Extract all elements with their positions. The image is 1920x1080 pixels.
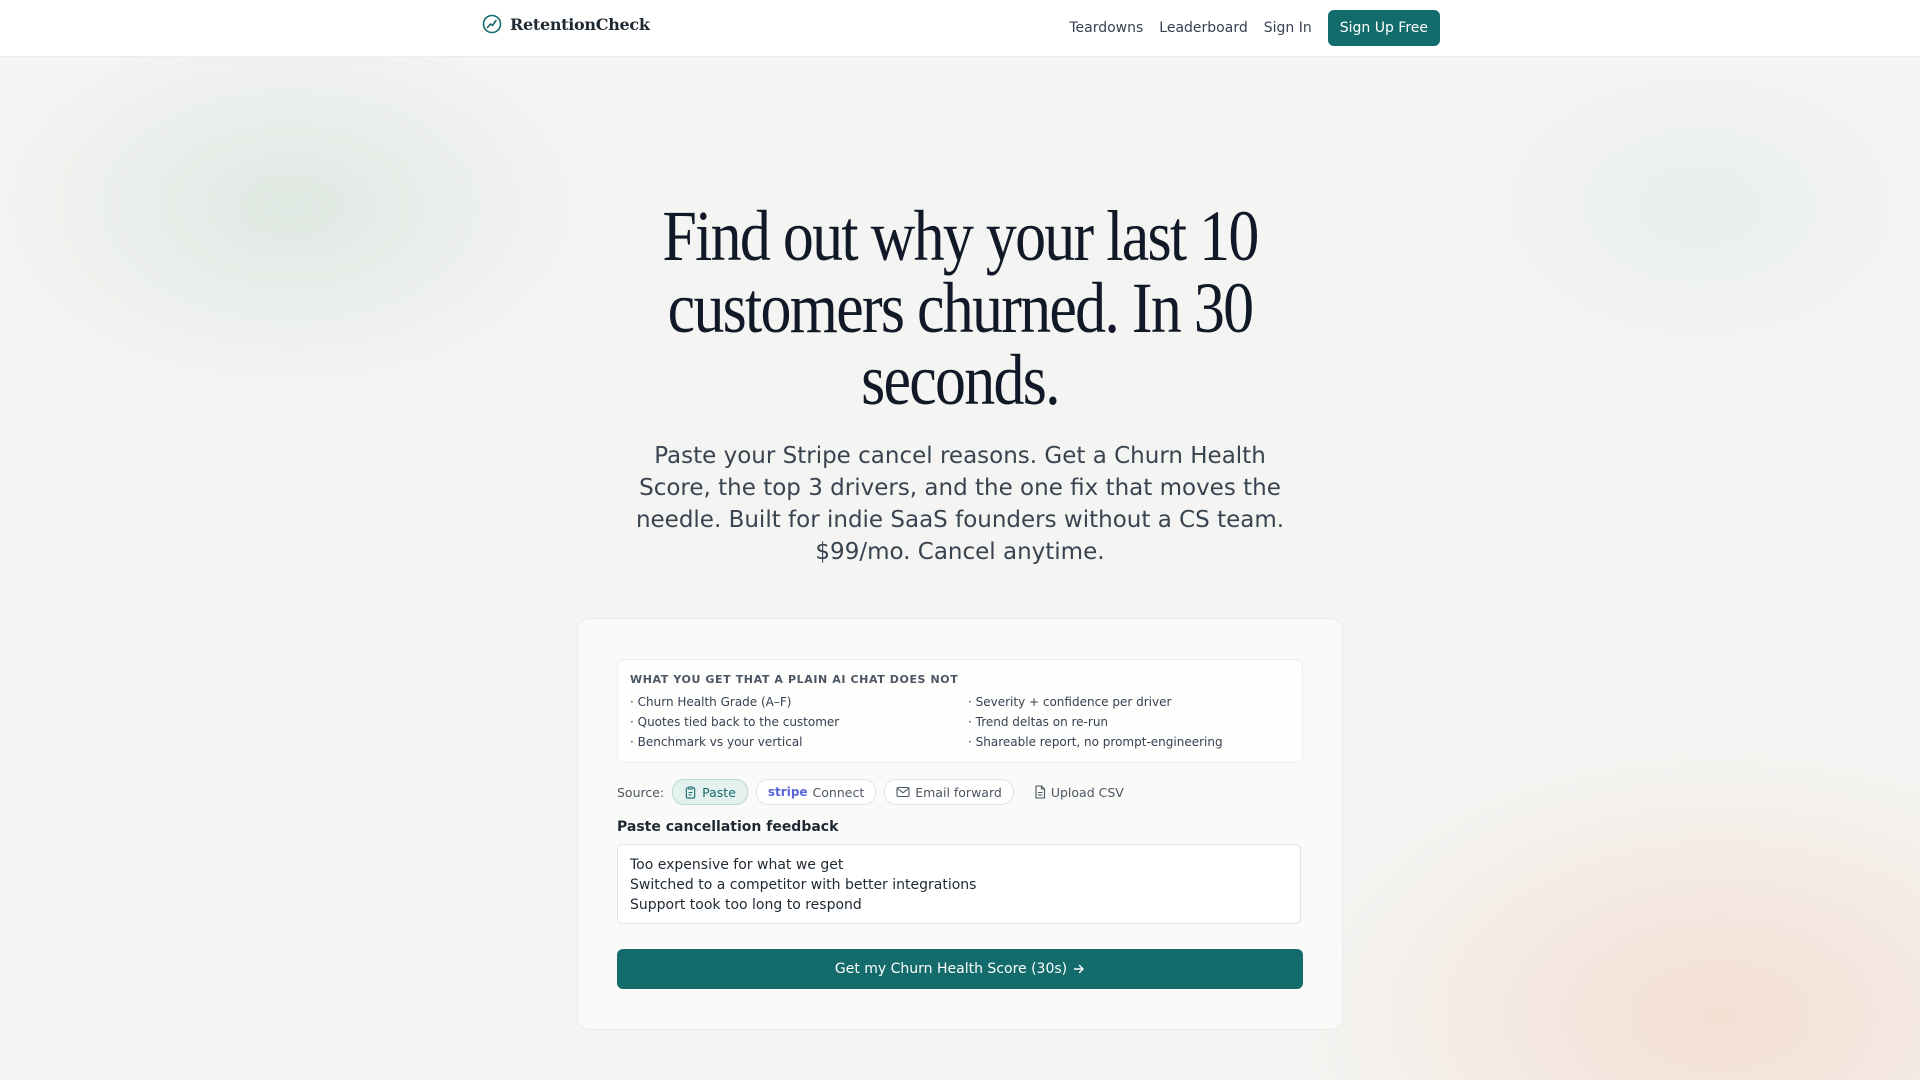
feature-item: · Quotes tied back to the customer	[630, 715, 840, 729]
feature-item: · Trend deltas on re-run	[968, 715, 1109, 729]
sign-up-button[interactable]: Sign Up Free	[1327, 10, 1440, 46]
logo-trend-icon	[482, 14, 502, 34]
get-score-label: Get my Churn Health Score (30s)	[834, 961, 1068, 977]
nav-teardowns[interactable]: Teardowns	[1069, 20, 1143, 36]
source-csv-chip[interactable]: Upload CSV	[1022, 779, 1136, 805]
get-score-button[interactable]: Get my Churn Health Score (30s)	[617, 949, 1303, 989]
stripe-logo: stripe	[767, 785, 808, 799]
source-email-label: Email forward	[915, 784, 1002, 800]
source-stripe-label: Connect	[812, 784, 865, 800]
analysis-card: WHAT YOU GET THAT A PLAIN AI CHAT DOES N…	[577, 618, 1343, 1030]
top-nav: RetentionCheck Teardowns Leaderboard Sig…	[0, 0, 1920, 57]
feature-item: · Shareable report, no prompt-engineerin…	[968, 735, 1223, 749]
hero-subtitle: Paste your Stripe cancel reasons. Get a …	[635, 443, 1285, 565]
nav-sign-in[interactable]: Sign In	[1264, 20, 1312, 36]
hero-title: Find out why your last 10 customers chur…	[662, 196, 1259, 420]
arrow-right-icon	[1073, 964, 1084, 974]
source-selector: Source: Paste stripe Connect Email forwa…	[617, 779, 1136, 805]
brand-logo[interactable]: RetentionCheck	[482, 14, 650, 34]
file-icon	[1035, 785, 1045, 799]
feedback-textarea[interactable]: Too expensive for what we get Switched t…	[617, 844, 1301, 924]
paste-icon	[685, 785, 696, 799]
features-heading: WHAT YOU GET THAT A PLAIN AI CHAT DOES N…	[630, 673, 959, 686]
feature-item: · Benchmark vs your vertical	[630, 735, 803, 749]
source-csv-label: Upload CSV	[1050, 784, 1124, 800]
nav-leaderboard[interactable]: Leaderboard	[1159, 20, 1247, 36]
mail-icon	[896, 786, 910, 798]
paste-feedback-label: Paste cancellation feedback	[617, 819, 839, 835]
feature-item: · Severity + confidence per driver	[968, 695, 1172, 709]
source-label: Source:	[617, 784, 665, 800]
features-box: WHAT YOU GET THAT A PLAIN AI CHAT DOES N…	[617, 659, 1303, 763]
source-email-chip[interactable]: Email forward	[884, 779, 1014, 805]
source-paste-label: Paste	[702, 784, 736, 800]
source-stripe-chip[interactable]: stripe Connect	[755, 779, 877, 805]
main-nav: Teardowns Leaderboard Sign In Sign Up Fr…	[1069, 10, 1440, 46]
feature-item: · Churn Health Grade (A–F)	[630, 695, 792, 709]
source-paste-chip[interactable]: Paste	[672, 779, 748, 805]
brand-name: RetentionCheck	[510, 14, 650, 34]
